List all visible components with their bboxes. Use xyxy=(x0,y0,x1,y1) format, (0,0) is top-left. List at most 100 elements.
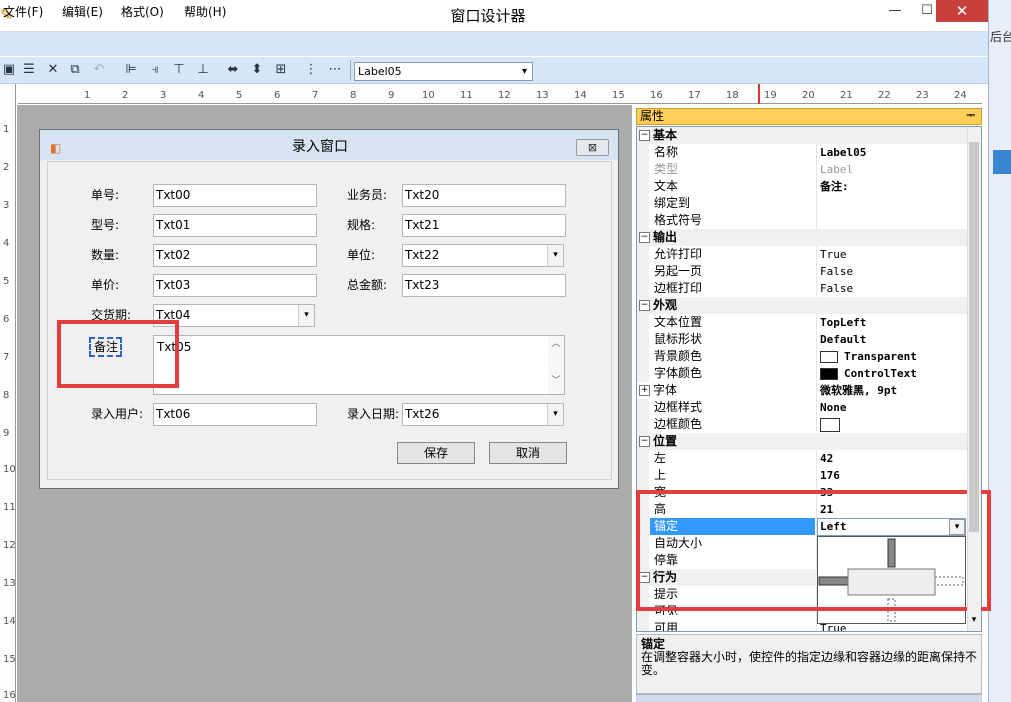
properties-icon[interactable]: ☰ xyxy=(20,61,38,79)
prop-fore-color-label[interactable]: 字体颜色 xyxy=(654,365,814,382)
prop-text-value[interactable]: 备注: xyxy=(820,178,966,195)
text-field[interactable]: Txt02 xyxy=(153,244,317,267)
text-field[interactable]: Txt23 xyxy=(402,274,566,297)
prop-top-value[interactable]: 176 xyxy=(820,467,966,484)
prop-cursor-label[interactable]: 鼠标形状 xyxy=(654,331,814,348)
same-width-icon[interactable]: ⬌ xyxy=(224,61,242,79)
ruler-tick: 17 xyxy=(688,90,701,101)
form-close-icon[interactable]: ⊠ xyxy=(576,139,609,156)
date-picker[interactable]: Txt26 xyxy=(402,403,564,426)
property-description: 锚定 在调整容器大小时，使控件的指定边缘和容器边缘的距离保持不变。 xyxy=(636,634,982,694)
ruler-tick: 22 xyxy=(878,90,891,101)
prop-font-value[interactable]: 微软雅黑, 9pt xyxy=(820,382,966,399)
ruler-tick: 15 xyxy=(3,654,16,665)
prop-left-label[interactable]: 左 xyxy=(654,450,814,467)
category-appearance[interactable]: − 外观 xyxy=(637,297,967,314)
align-top-icon[interactable]: ⊤ xyxy=(170,61,188,79)
same-size-icon[interactable]: ⊞ xyxy=(272,61,290,79)
ruler-tick: 11 xyxy=(3,502,16,513)
prop-text-label[interactable]: 文本 xyxy=(654,178,814,195)
collapse-icon: − xyxy=(639,130,650,141)
same-height-icon[interactable]: ⬍ xyxy=(248,61,266,79)
scroll-thumb[interactable] xyxy=(969,142,979,532)
memo-textarea[interactable]: Txt05 xyxy=(153,335,565,395)
prop-font-row[interactable]: + 字体 xyxy=(637,382,807,399)
prop-text-align-label[interactable]: 文本位置 xyxy=(654,314,814,331)
align-right-icon[interactable]: ⫣ xyxy=(146,61,164,79)
text-field[interactable]: Txt06 xyxy=(153,403,317,426)
ruler-tick: 18 xyxy=(726,90,739,101)
text-field[interactable]: Txt00 xyxy=(153,184,317,207)
category-position[interactable]: − 位置 xyxy=(637,433,967,450)
category-basic[interactable]: − 基本 xyxy=(637,127,967,144)
copy-icon[interactable]: ⧉ xyxy=(66,61,84,79)
prop-enabled-label[interactable]: 可用 xyxy=(654,620,814,631)
delete-icon[interactable]: ✕ xyxy=(44,61,62,79)
prop-border-style-label[interactable]: 边框样式 xyxy=(654,399,814,416)
prop-name-label[interactable]: 名称 xyxy=(654,144,814,161)
close-button[interactable]: ✕ xyxy=(936,0,988,22)
prop-border-color-label[interactable]: 边框颜色 xyxy=(654,416,814,433)
horizontal-spacing-icon[interactable]: ⋯ xyxy=(326,61,344,79)
vertical-spacing-icon[interactable]: ⋮ xyxy=(302,61,320,79)
scroll-down-icon[interactable]: ▾ xyxy=(967,615,981,629)
field-label: 单位: xyxy=(347,248,376,262)
text-field[interactable]: Txt21 xyxy=(402,214,566,237)
prop-bind-label[interactable]: 绑定到 xyxy=(654,195,814,212)
unit-select[interactable]: Txt22 xyxy=(402,244,564,267)
form-icon: ◧ xyxy=(50,141,62,155)
prop-name-value[interactable]: Label05 xyxy=(820,144,966,161)
prop-new-page-value[interactable]: False xyxy=(820,263,966,280)
menu-format[interactable]: 格式(O) xyxy=(121,4,164,20)
align-bottom-icon[interactable]: ⊥ xyxy=(194,61,212,79)
cancel-button[interactable]: 取消 xyxy=(489,442,567,464)
align-left-icon[interactable]: ⊫ xyxy=(122,61,140,79)
ruler-tick: 10 xyxy=(422,90,435,101)
ruler-tick: 19 xyxy=(764,90,777,101)
chevron-down-icon[interactable]: ▾ xyxy=(547,404,563,425)
memo-scrollbar[interactable]: ︿ ﹀ xyxy=(548,336,564,394)
text-field[interactable]: Txt03 xyxy=(153,274,317,297)
prop-allow-print-value[interactable]: True xyxy=(820,246,966,263)
expand-icon: + xyxy=(639,385,650,396)
minimize-button[interactable]: — xyxy=(880,0,910,22)
scroll-up-icon[interactable]: ︿ xyxy=(548,336,564,349)
text-field[interactable]: Txt01 xyxy=(153,214,317,237)
menu-edit[interactable]: 编辑(E) xyxy=(62,4,103,20)
prop-border-style-value[interactable]: None xyxy=(820,399,966,416)
prop-type-label[interactable]: 类型 xyxy=(654,161,814,178)
prop-allow-print-label[interactable]: 允许打印 xyxy=(654,246,814,263)
field-label: 总金额: xyxy=(347,278,388,292)
save-button[interactable]: 保存 xyxy=(397,442,475,464)
chevron-down-icon[interactable]: ▾ xyxy=(547,245,563,266)
horizontal-ruler: 1 2 3 4 5 6 7 8 9 10 11 12 13 14 15 16 1… xyxy=(18,84,982,104)
pin-icon[interactable]: ᆍ xyxy=(966,110,978,123)
prop-border-color-value[interactable] xyxy=(820,416,966,433)
text-field[interactable]: Txt20 xyxy=(402,184,566,207)
background-window[interactable] xyxy=(988,0,1011,702)
prop-fore-color-value[interactable]: ControlText xyxy=(820,365,966,382)
prop-border-print-value[interactable]: False xyxy=(820,280,966,297)
prop-back-color-value[interactable]: Transparent xyxy=(820,348,966,365)
chevron-down-icon[interactable]: ▾ xyxy=(517,63,532,80)
prop-type-value[interactable]: Label xyxy=(820,161,966,178)
prop-new-page-label[interactable]: 另起一页 xyxy=(654,263,814,280)
prop-cursor-value[interactable]: Default xyxy=(820,331,966,348)
prop-left-value[interactable]: 42 xyxy=(820,450,966,467)
category-output[interactable]: − 输出 xyxy=(637,229,967,246)
save-icon[interactable]: ▣ xyxy=(0,61,18,79)
menu-file[interactable]: 文件(F) xyxy=(3,4,43,20)
panel-tabs[interactable] xyxy=(636,694,982,702)
prop-border-print-label[interactable]: 边框打印 xyxy=(654,280,814,297)
undo-icon[interactable]: ↶ xyxy=(90,61,108,79)
prop-back-color-label[interactable]: 背景颜色 xyxy=(654,348,814,365)
menu-help[interactable]: 帮助(H) xyxy=(184,4,226,20)
chevron-down-icon[interactable]: ▾ xyxy=(298,305,314,326)
prop-format-label[interactable]: 格式符号 xyxy=(654,212,814,229)
control-select[interactable]: Label05 xyxy=(354,62,533,81)
prop-top-label[interactable]: 上 xyxy=(654,467,814,484)
ruler-tick: 3 xyxy=(3,200,10,211)
prop-text-align-value[interactable]: TopLeft xyxy=(820,314,966,331)
ruler-tick: 15 xyxy=(612,90,625,101)
scroll-down-icon[interactable]: ﹀ xyxy=(548,373,564,386)
